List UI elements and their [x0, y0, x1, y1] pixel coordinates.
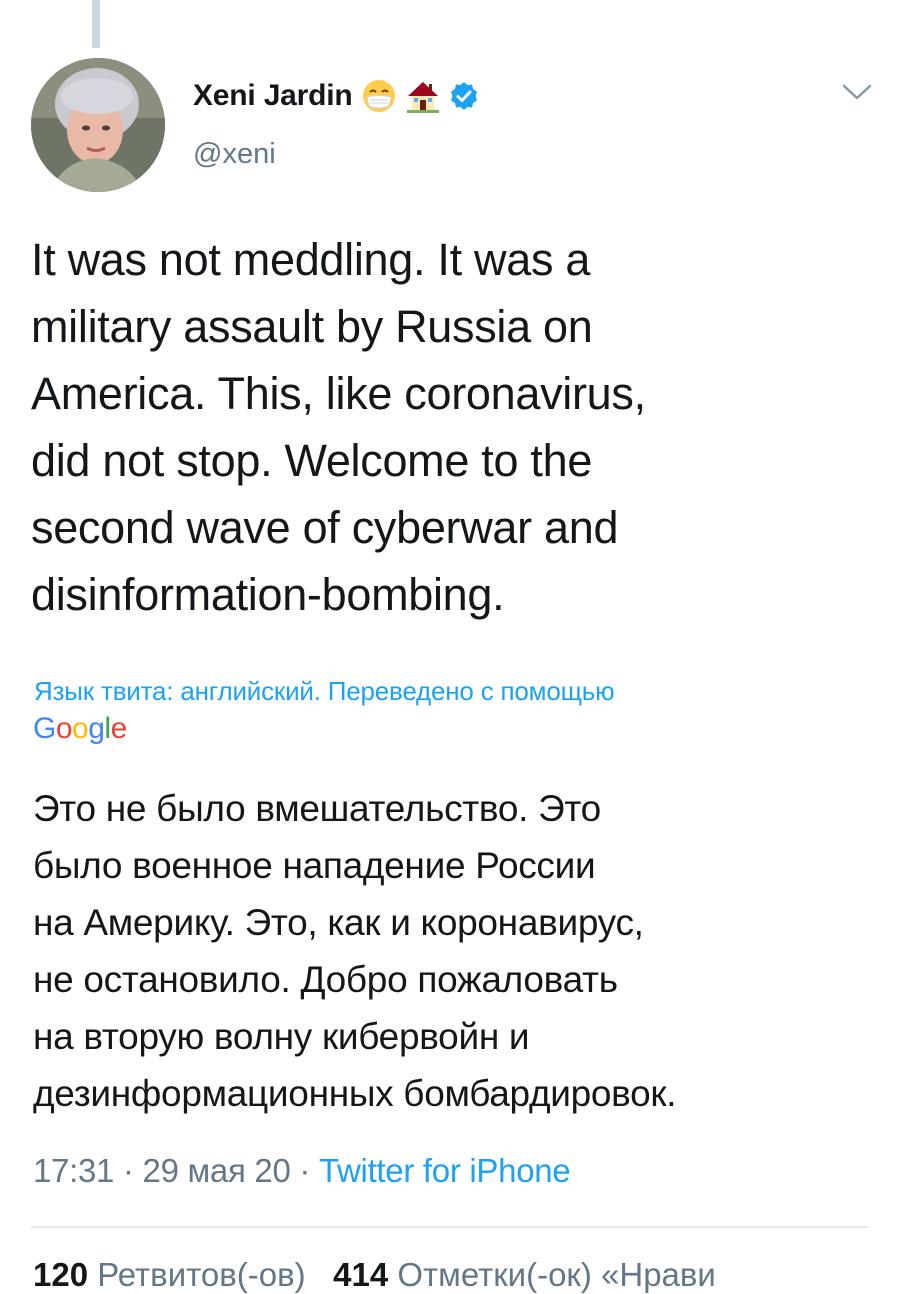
divider	[31, 1226, 868, 1228]
retweets-label[interactable]: Ретвитов(-ов)	[97, 1256, 305, 1293]
thread-connector-line	[92, 0, 100, 48]
tweet-stats: 120 Ретвитов(-ов) 414 Отметки(-ок) «Нрав…	[33, 1256, 716, 1294]
tweet-time[interactable]: 17:31	[33, 1152, 114, 1189]
author-name-row[interactable]: Xeni Jardin	[193, 74, 479, 118]
chevron-down-icon[interactable]	[840, 80, 874, 104]
likes-label[interactable]: Отметки(-ок) «Нрави	[397, 1256, 716, 1293]
tweet-source[interactable]: Twitter for iPhone	[319, 1152, 571, 1189]
meta-separator: ·	[299, 1152, 311, 1189]
avatar[interactable]	[31, 58, 165, 192]
retweets-count[interactable]: 120	[33, 1256, 88, 1293]
house-emoji-icon	[405, 78, 441, 114]
tweet-text: It was not meddling. It was a military a…	[31, 234, 646, 620]
likes-count[interactable]: 414	[333, 1256, 388, 1293]
tweet-meta: 17:31 · 29 мая 20 · Twitter for iPhone	[33, 1152, 571, 1190]
display-name[interactable]: Xeni Jardin	[193, 79, 353, 113]
author-handle[interactable]: @xeni	[193, 138, 276, 171]
meta-separator: ·	[122, 1152, 134, 1189]
google-logo: Google	[33, 712, 127, 745]
tweet-date[interactable]: 29 мая 20	[143, 1152, 291, 1189]
translation-note[interactable]: Язык твита: английский. Переведено с пом…	[34, 676, 615, 707]
verified-badge-icon	[449, 81, 479, 111]
face-mask-emoji-icon	[361, 78, 397, 114]
translated-text: Это не было вмешательство. Это было воен…	[33, 788, 677, 1114]
